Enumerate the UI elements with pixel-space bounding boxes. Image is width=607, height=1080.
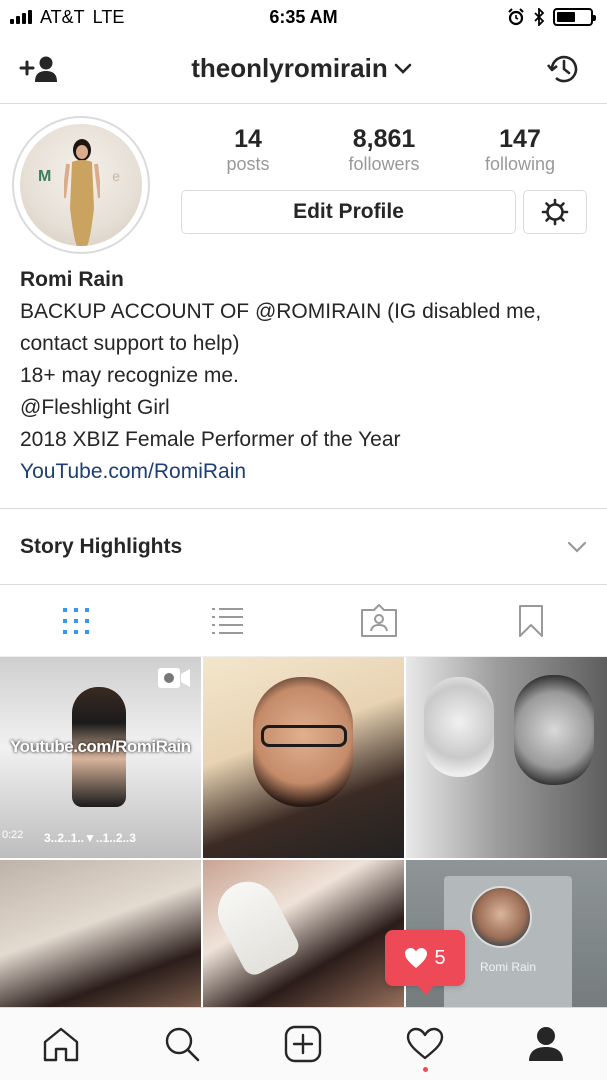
- archive-button[interactable]: [543, 48, 585, 90]
- profile-stats: 14 posts 8,861 followers 147 following: [180, 126, 588, 175]
- profile-view-tabs: [0, 585, 607, 657]
- battery-fill: [557, 12, 575, 22]
- heart-filled-icon: [405, 948, 428, 968]
- tab-grid-view[interactable]: [0, 585, 152, 656]
- top-nav: theonlyromirain: [0, 34, 607, 104]
- video-icon: [158, 668, 190, 688]
- story-highlights-row[interactable]: Story Highlights: [0, 508, 607, 585]
- post-tile[interactable]: [406, 657, 607, 858]
- post-image-subject: [424, 677, 494, 777]
- chevron-down-icon: [567, 541, 587, 553]
- tab-profile[interactable]: [516, 1014, 576, 1074]
- edit-profile-button[interactable]: Edit Profile: [181, 190, 516, 234]
- activity-indicator-dot: [422, 1067, 428, 1072]
- bio-line[interactable]: @Fleshlight Girl: [20, 392, 590, 424]
- status-left: AT&T LTE: [10, 7, 124, 28]
- post-image-subject: [514, 675, 594, 785]
- battery-icon: [553, 8, 596, 26]
- posts-stat[interactable]: 14 posts: [188, 126, 308, 175]
- post-grid: Youtube.com/RomiRain 0:22 3..2..1..▼..1.…: [0, 657, 607, 1061]
- list-icon: [211, 607, 243, 634]
- bio-line: 2018 XBIZ Female Performer of the Year: [20, 428, 401, 451]
- profile-bio: Romi Rain BACKUP ACCOUNT OF @ROMIRAIN (I…: [20, 264, 590, 488]
- avatar-ring[interactable]: M e: [12, 116, 150, 254]
- likes-notification-bubble[interactable]: 5: [385, 930, 465, 995]
- followers-label: followers: [348, 154, 420, 174]
- likes-count: 5: [434, 946, 446, 969]
- followers-stat[interactable]: 8,861 followers: [324, 126, 444, 175]
- avatar: M e: [20, 124, 142, 246]
- post-card-avatar: [470, 886, 532, 948]
- chevron-down-icon: [394, 63, 412, 74]
- gear-icon: [541, 198, 569, 226]
- tagged-person-icon: [361, 603, 398, 637]
- tab-home[interactable]: [31, 1014, 91, 1074]
- status-bar: AT&T LTE 6:35 AM: [0, 0, 607, 34]
- add-person-button[interactable]: [18, 48, 60, 90]
- following-stat[interactable]: 147 following: [460, 126, 580, 175]
- status-right: [507, 8, 596, 26]
- home-icon: [43, 1027, 78, 1062]
- bio-website-link[interactable]: YouTube.com/RomiRain: [20, 456, 590, 488]
- bluetooth-icon: [534, 8, 545, 26]
- carrier-label: AT&T: [40, 6, 85, 27]
- bookmark-icon: [519, 604, 544, 637]
- signal-strength-icon: [10, 10, 32, 24]
- grid-icon: [62, 607, 89, 634]
- tab-activity[interactable]: [395, 1014, 455, 1074]
- profile-header: M e 14 posts 8,861 followers 147 followi…: [0, 104, 607, 264]
- tab-new-post[interactable]: [273, 1014, 333, 1074]
- tab-tagged-view[interactable]: [304, 585, 456, 656]
- add-person-icon: [19, 56, 57, 82]
- tab-list-view[interactable]: [152, 585, 304, 656]
- bottom-tab-bar: [0, 1007, 607, 1080]
- post-tile[interactable]: [203, 657, 404, 858]
- profile-name: Romi Rain: [20, 268, 124, 291]
- story-highlights-title: Story Highlights: [20, 534, 183, 558]
- video-countdown-text: 3..2..1..▼..1..2..3: [44, 831, 136, 845]
- post-image-subject: [207, 871, 303, 979]
- bio-line: BACKUP ACCOUNT OF @ROMIRAIN (IG disabled…: [20, 300, 542, 355]
- username-switcher[interactable]: theonlyromirain: [191, 53, 412, 84]
- add-post-icon: [285, 1025, 322, 1063]
- tab-saved-view[interactable]: [455, 585, 607, 656]
- posts-count: 14: [234, 125, 262, 153]
- posts-label: posts: [226, 154, 270, 174]
- heart-icon: [406, 1027, 444, 1060]
- video-duration: 0:22: [2, 829, 24, 841]
- history-icon: [546, 55, 578, 82]
- settings-button[interactable]: [523, 190, 587, 234]
- avatar-figure: [64, 139, 100, 246]
- alarm-icon: [508, 8, 524, 26]
- post-tile[interactable]: Youtube.com/RomiRain 0:22 3..2..1..▼..1.…: [0, 657, 201, 858]
- profile-person-icon: [529, 1027, 564, 1061]
- bio-line: 18+ may recognize me.: [20, 364, 239, 387]
- post-overlay-text: Youtube.com/RomiRain: [10, 737, 191, 756]
- tab-search[interactable]: [152, 1014, 212, 1074]
- search-icon: [165, 1027, 200, 1062]
- avatar-backdrop-letter: e: [112, 168, 120, 184]
- following-count: 147: [499, 125, 541, 153]
- post-image-detail: [261, 725, 347, 747]
- avatar-backdrop-letter: M: [38, 168, 52, 185]
- followers-count: 8,861: [352, 125, 416, 153]
- following-label: following: [484, 154, 556, 174]
- network-label: LTE: [92, 6, 125, 27]
- username-title: theonlyromirain: [191, 53, 388, 83]
